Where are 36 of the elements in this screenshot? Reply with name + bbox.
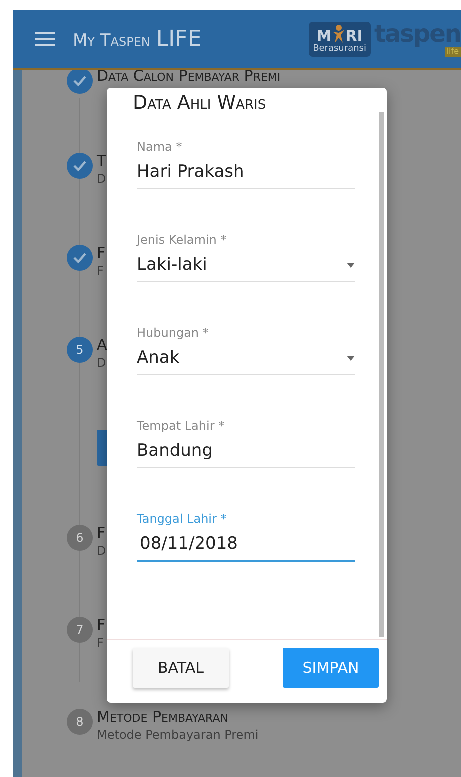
step-number: 8 xyxy=(67,709,93,735)
step-title: F xyxy=(97,525,106,541)
scrollbar[interactable] xyxy=(379,112,384,637)
field-label: Jenis Kelamin * xyxy=(137,233,228,247)
step-subtitle: D xyxy=(97,172,106,186)
caret-icon xyxy=(347,356,355,360)
cancel-button[interactable]: BATAL xyxy=(133,648,229,688)
input-field[interactable]: 08/11/2018 xyxy=(137,532,355,562)
step-subtitle: D xyxy=(97,544,106,558)
step-subtitle: F xyxy=(97,636,105,650)
field-label: Tanggal Lahir * xyxy=(137,512,228,526)
field-label: Tempat Lahir * xyxy=(137,419,226,433)
field-label: Nama * xyxy=(137,140,184,154)
dropdown-field[interactable]: Anak xyxy=(137,346,355,375)
step-subtitle: Metode Pembayaran Premi xyxy=(97,728,259,742)
step-title: Metode Pembayaran xyxy=(97,709,230,725)
step-title: F xyxy=(97,617,106,633)
step-title: A xyxy=(97,337,108,353)
mari-logo: M RI Berasuransi xyxy=(309,22,370,56)
dropdown-field[interactable]: Laki-laki xyxy=(137,253,355,282)
step-title: F xyxy=(97,245,106,261)
step-number: 6 xyxy=(67,525,93,551)
step-subtitle: F xyxy=(97,264,105,278)
step-number: 5 xyxy=(67,337,93,363)
menu-icon[interactable] xyxy=(35,31,55,47)
input-field[interactable]: Hari Prakash xyxy=(137,160,355,189)
step-title: T xyxy=(97,153,106,169)
step-subtitle: D xyxy=(97,356,108,370)
field-label: Hubungan * xyxy=(137,326,210,340)
caret-icon xyxy=(347,262,355,268)
step-title: Data Calon Pembayar Premi xyxy=(97,68,281,84)
input-field[interactable]: Bandung xyxy=(137,439,355,468)
dialog-title: Data Ahli Waris xyxy=(133,92,268,114)
app-title: My Taspen LIFE xyxy=(73,26,202,52)
step-number: 7 xyxy=(67,617,93,643)
step-button[interactable] xyxy=(97,430,107,466)
